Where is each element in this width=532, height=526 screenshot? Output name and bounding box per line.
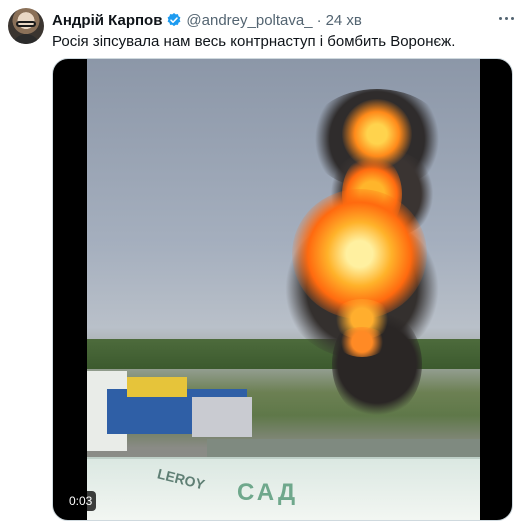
video-frame[interactable]: LEROY САД [87,59,480,520]
more-dot [498,16,502,20]
roof-sign-text: САД [237,479,299,506]
author-handle[interactable]: @andrey_poltava_ [186,12,312,29]
avatar[interactable] [8,8,44,44]
building [192,397,252,437]
more-dot [504,16,508,20]
video-player[interactable]: LEROY САД 0:03 [52,58,513,521]
tweet-header: Андрій Карпов @andrey_poltava_ · 24 хв [52,10,362,30]
separator-dot: · [316,11,322,29]
tweet-timestamp[interactable]: 24 хв [326,12,362,29]
building [127,377,187,397]
avatar-glasses [16,21,36,27]
verified-badge-icon [168,13,181,27]
more-dot [510,16,514,20]
tweet-card[interactable]: Андрій Карпов @andrey_poltava_ · 24 хв Р… [0,0,532,526]
tweet-text: Росія зіпсувала нам весь контрнаступ і б… [52,33,456,50]
author-name[interactable]: Андрій Карпов [52,12,162,29]
avatar-shirt [12,34,40,44]
video-timer: 0:03 [65,491,97,511]
fireball [337,327,387,357]
more-options-icon[interactable] [492,6,520,30]
